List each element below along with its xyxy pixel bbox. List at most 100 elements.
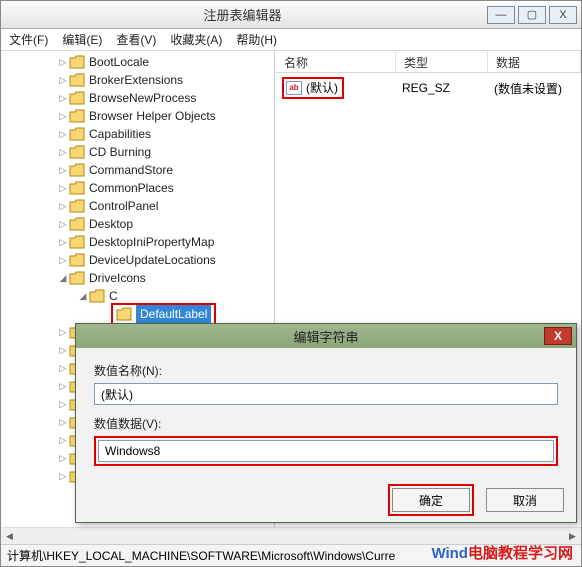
expand-icon[interactable]: ▷ (57, 197, 69, 215)
tree-label: DriveIcons (89, 269, 146, 287)
expand-icon[interactable]: ▷ (57, 89, 69, 107)
folder-icon (69, 91, 85, 105)
value-name-field: 数值名称(N): (94, 362, 558, 405)
expand-icon[interactable]: ▷ (57, 323, 69, 341)
cancel-button[interactable]: 取消 (486, 488, 564, 512)
tree-label: DefaultLabel (136, 305, 211, 323)
expand-icon[interactable]: ▷ (57, 233, 69, 251)
dialog-body: 数值名称(N): 数值数据(V): (76, 348, 576, 482)
folder-icon (69, 235, 85, 249)
value-type: REG_SZ (402, 81, 494, 95)
expand-icon[interactable]: ▷ (57, 431, 69, 449)
highlighted-input (94, 436, 558, 466)
tree-node[interactable]: ▷ BrokerExtensions (7, 71, 274, 89)
tree-label: CommonPlaces (89, 179, 174, 197)
scroll-left-icon[interactable]: ◀ (1, 528, 18, 545)
regedit-window: 注册表编辑器 — ▢ X 文件(F) 编辑(E) 查看(V) 收藏夹(A) 帮助… (0, 0, 582, 567)
dialog-title: 编辑字符串 (293, 327, 358, 346)
tree-node[interactable]: ▷Capabilities (7, 125, 274, 143)
expand-icon[interactable]: ▷ (57, 107, 69, 125)
expand-icon[interactable]: ▷ (57, 71, 69, 89)
menu-edit[interactable]: 编辑(E) (62, 31, 102, 48)
titlebar: 注册表编辑器 — ▢ X (1, 1, 581, 29)
expand-icon[interactable]: ▷ (57, 359, 69, 377)
dialog-buttons: 确定 取消 (76, 482, 576, 522)
expand-icon[interactable]: ▷ (57, 341, 69, 359)
expand-icon[interactable]: ▷ (57, 377, 69, 395)
expand-icon[interactable]: ▷ (57, 251, 69, 269)
tree-node[interactable]: ▷ CommandStore (7, 161, 274, 179)
value-data-label: 数值数据(V): (94, 415, 558, 432)
expand-icon[interactable]: ▷ (57, 179, 69, 197)
ok-button[interactable]: 确定 (392, 488, 470, 512)
window-title: 注册表编辑器 (1, 5, 484, 24)
tree-node[interactable]: ▷ DeviceUpdateLocations (7, 251, 274, 269)
tree-node[interactable]: ▷ Desktop (7, 215, 274, 233)
value-name-label: 数值名称(N): (94, 362, 558, 379)
expand-icon[interactable]: ▷ (57, 53, 69, 71)
menu-favorites[interactable]: 收藏夹(A) (170, 31, 222, 48)
expand-icon[interactable]: ▷ (57, 125, 69, 143)
expand-icon[interactable]: ▷ (57, 215, 69, 233)
tree-label: BootLocale (89, 53, 149, 71)
expand-icon[interactable]: ▷ (57, 467, 69, 485)
col-type[interactable]: 类型 (396, 51, 488, 72)
tree-node[interactable]: ▷ CommonPlaces (7, 179, 274, 197)
folder-icon (69, 217, 85, 231)
tree-node[interactable]: ▷ Browser Helper Objects (7, 107, 274, 125)
watermark-b: 电脑教程学习网 (468, 545, 573, 562)
close-button[interactable]: X (549, 6, 577, 24)
folder-icon (69, 163, 85, 177)
tree-label: ControlPanel (89, 197, 158, 215)
tree-label: DeviceUpdateLocations (89, 251, 216, 269)
expand-icon[interactable]: ▷ (57, 449, 69, 467)
folder-icon (69, 181, 85, 195)
expand-icon[interactable]: ▷ (57, 413, 69, 431)
folder-icon (69, 253, 85, 267)
folder-icon (69, 199, 85, 213)
tree-node[interactable]: ◢ DriveIcons (7, 269, 274, 287)
list-row[interactable]: ab (默认) REG_SZ (数值未设置) (282, 77, 575, 99)
value-data-field: 数值数据(V): (94, 415, 558, 466)
folder-icon (69, 55, 85, 69)
maximize-button[interactable]: ▢ (518, 6, 546, 24)
value-name-input[interactable] (94, 383, 558, 405)
folder-icon (89, 289, 105, 303)
tree-label: DesktopIniPropertyMap (89, 233, 214, 251)
minimize-button[interactable]: — (487, 6, 515, 24)
folder-icon (69, 73, 85, 87)
value-data-input[interactable] (98, 440, 554, 462)
tree-node[interactable]: ▷CD Burning (7, 143, 274, 161)
col-data[interactable]: 数据 (488, 51, 581, 72)
folder-icon (69, 127, 85, 141)
folder-icon (69, 271, 85, 285)
expand-icon[interactable]: ▷ (57, 143, 69, 161)
string-icon: ab (286, 81, 302, 95)
tree-label: Desktop (89, 215, 133, 233)
menubar: 文件(F) 编辑(E) 查看(V) 收藏夹(A) 帮助(H) (1, 29, 581, 51)
folder-icon (69, 145, 85, 159)
menu-help[interactable]: 帮助(H) (236, 31, 277, 48)
tree-label: Browser Helper Objects (89, 107, 216, 125)
expand-icon[interactable]: ◢ (77, 287, 89, 305)
edit-string-dialog: 编辑字符串 X 数值名称(N): 数值数据(V): 确定 取消 (75, 323, 577, 523)
dialog-close-button[interactable]: X (544, 327, 572, 345)
tree-node-selected[interactable]: DefaultLabel (7, 305, 274, 323)
tree-label: BrokerExtensions (89, 71, 183, 89)
expand-icon[interactable]: ▷ (57, 161, 69, 179)
menu-file[interactable]: 文件(F) (9, 31, 48, 48)
tree-label: CommandStore (89, 161, 173, 179)
tree-label: BrowseNewProcess (89, 89, 196, 107)
expand-icon[interactable]: ◢ (57, 269, 69, 287)
tree-node[interactable]: ▷ DesktopIniPropertyMap (7, 233, 274, 251)
tree-node[interactable]: ▷ ControlPanel (7, 197, 274, 215)
menu-view[interactable]: 查看(V) (116, 31, 156, 48)
value-name: (默认) (306, 79, 338, 96)
col-name[interactable]: 名称 (276, 51, 396, 72)
status-path: 计算机\HKEY_LOCAL_MACHINE\SOFTWARE\Microsof… (7, 547, 395, 564)
tree-node[interactable]: ▷ BootLocale (7, 53, 274, 71)
expand-icon[interactable]: ▷ (57, 395, 69, 413)
dialog-titlebar: 编辑字符串 X (76, 324, 576, 348)
tree-node[interactable]: ▷ BrowseNewProcess (7, 89, 274, 107)
watermark-a: Wind (431, 545, 468, 562)
